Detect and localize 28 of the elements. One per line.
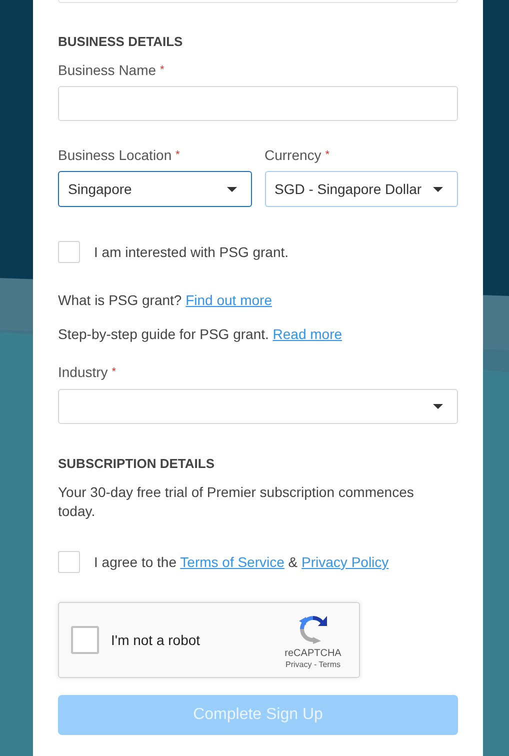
checkbox-label: I am interested with PSG grant. [94, 244, 289, 260]
field-label: Currency * [264, 147, 330, 164]
info-text: What is PSG grant? Find out more [58, 292, 273, 309]
caret-icon [226, 186, 236, 192]
caret-icon [433, 186, 443, 192]
text-field[interactable] [58, 86, 458, 121]
captcha-links[interactable]: Privacy - Terms [286, 660, 340, 670]
link[interactable]: Terms of Service [180, 554, 284, 570]
checkbox[interactable] [58, 241, 80, 263]
link[interactable]: Read more [272, 326, 342, 342]
info-text: Step-by-step guide for PSG grant. Read more [58, 326, 344, 343]
dropdown[interactable]: SGD - Singapore Dollar [264, 171, 458, 207]
checkbox[interactable] [71, 626, 99, 654]
field-label: Business Location * [58, 147, 181, 164]
checkbox[interactable] [58, 551, 80, 573]
caret-icon [433, 404, 443, 409]
agree-text: I agree to the Terms of Service & Privacy Policy [94, 554, 389, 570]
trial-message: Your 30-day free trial of Premier subscription commences today. [58, 483, 415, 521]
field-label: Business Name * [58, 62, 166, 79]
dropdown[interactable]: Singapore [58, 171, 252, 207]
link[interactable]: Privacy Policy [302, 554, 389, 570]
link[interactable]: Find out more [186, 292, 272, 308]
captcha-label: I'm not a robot [111, 632, 202, 648]
field-label: Industry * [58, 364, 117, 381]
dropdown[interactable] [58, 389, 458, 424]
captcha-brand: reCAPTCHA [284, 648, 342, 660]
section-heading: BUSINESS DETAILS [58, 34, 184, 50]
section-heading: SUBSCRIPTION DETAILS [58, 456, 216, 472]
